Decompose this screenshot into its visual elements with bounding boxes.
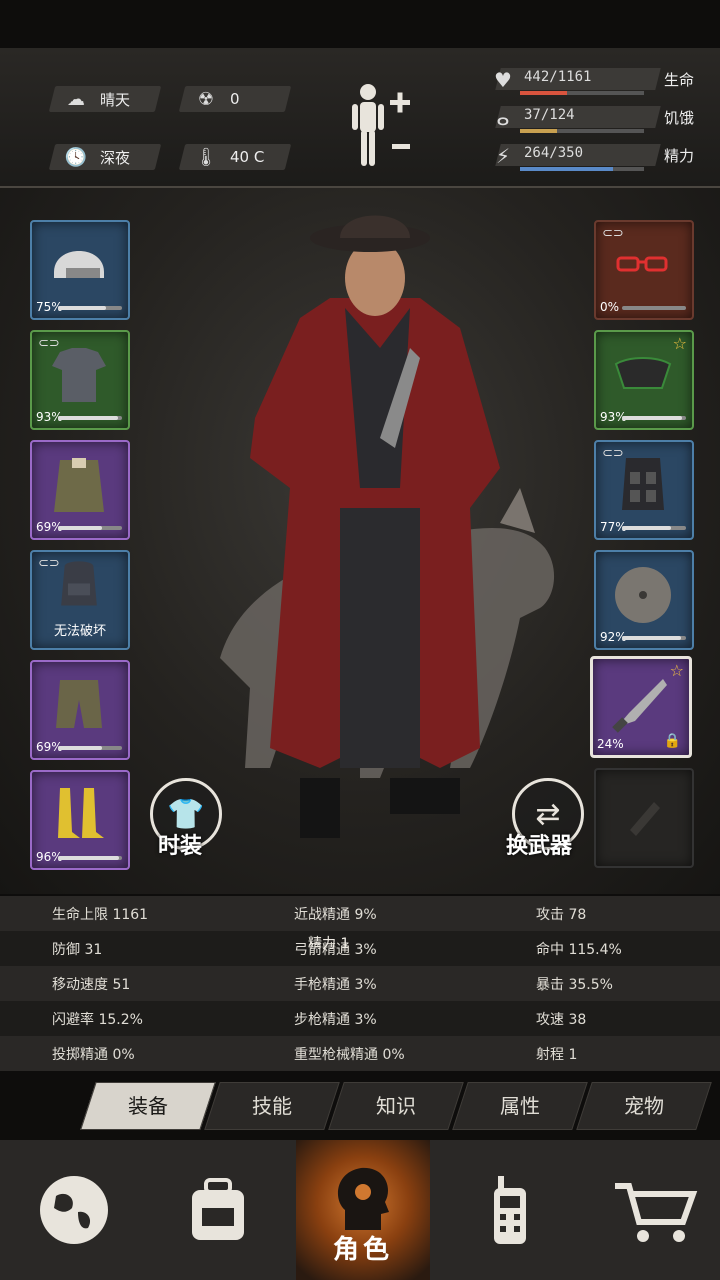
hunger-bar [520, 129, 558, 133]
glasses-slot[interactable]: ⊂⊃ 0% [594, 220, 694, 320]
empty-weapon-slot[interactable] [594, 768, 694, 868]
energy-label: 精力 [663, 147, 694, 165]
helmet-icon [54, 251, 104, 278]
energy-bar [520, 167, 613, 171]
machete-icon [612, 679, 667, 733]
temperature-pill: 🌡 40 C [178, 144, 292, 170]
bottom-navigation: 角色 [0, 1140, 720, 1280]
glasses-durability: 0% [600, 300, 620, 314]
vest-icon [622, 458, 664, 510]
mask-slot[interactable]: ☆ 93% [594, 330, 694, 430]
clock-icon: 🕓 [64, 146, 88, 168]
swap-weapon-label: 换武器 [506, 834, 573, 859]
backpack-icon [61, 561, 97, 606]
body-status-button[interactable] [346, 82, 418, 172]
tab-attributes[interactable]: 属性 [452, 1082, 588, 1130]
machete-durability: 24% [597, 737, 624, 751]
temperature-value: 40 C [230, 148, 265, 166]
shirt-icon [52, 348, 106, 402]
radiation-icon: ☢ [197, 88, 215, 110]
attribute-stats: 生命上限 1161 近战精通 9% 攻击 78 防御 31 弓箭精通 3% 命中… [0, 896, 720, 1072]
character-tabs: 装备 技能 知识 属性 宠物 [78, 1082, 718, 1130]
heart-icon: ♥ [494, 68, 512, 92]
thermometer-icon: 🌡 [194, 146, 218, 168]
shopping-cart-icon [615, 1183, 698, 1242]
bag-icon [192, 1178, 244, 1240]
shirt-slot[interactable]: ⊂⊃ 93% [30, 330, 130, 430]
lock-icon: 🔒 [663, 733, 681, 749]
character-scene: 75% ⊂⊃ 93% 69% ⊂⊃ 无法破坏 69% 96% ⊂⊃ 0% ☆ 9… [0, 188, 720, 894]
boots-icon [58, 788, 104, 838]
energy-popup-text: 精力 1 [308, 936, 350, 952]
nav-character[interactable]: 角色 [296, 1140, 430, 1280]
time-label: 深夜 [100, 148, 131, 167]
health-bar [520, 91, 568, 95]
tab-knowledge[interactable]: 知识 [328, 1082, 464, 1130]
hunger-label: 饥饿 [663, 109, 694, 127]
vest-slot[interactable]: ⊂⊃ 77% [594, 440, 694, 540]
bottle-placeholder-icon [630, 802, 660, 836]
jacket-icon [54, 458, 104, 512]
pants-icon [56, 680, 102, 728]
health-stat: ♥ 442/1161 生命 [484, 66, 700, 96]
backpack-slot[interactable]: ⊂⊃ 无法破坏 [30, 550, 130, 650]
stats-row: 防御 31 弓箭精通 3% 命中 115.4% 精力 1 [0, 931, 720, 966]
shield-slot[interactable]: 92% [594, 550, 694, 650]
hunger-value: 37/124 [524, 107, 575, 123]
stats-row: 投掷精通 0% 重型枪械精通 0% 射程 1 [0, 1036, 720, 1071]
nav-shop[interactable] [584, 1140, 720, 1280]
globe-icon [40, 1176, 108, 1244]
health-label: 生命 [663, 71, 694, 89]
tab-skills[interactable]: 技能 [204, 1082, 340, 1130]
glasses-icon [616, 256, 668, 272]
walkie-talkie-icon [494, 1176, 526, 1244]
status-bar: ☁ 晴天 ☢ 0 🕓 深夜 🌡 40 C ♥ 442/1161 生命 ⴰ 37/124 [0, 48, 720, 188]
weapon-slot-machete[interactable]: ☆ 24% 🔒 [590, 656, 692, 758]
head-silhouette-icon [337, 1167, 389, 1230]
character-nav-label: 角色 [332, 1235, 393, 1265]
jacket-slot[interactable]: 69% [30, 440, 130, 540]
stats-row: 闪避率 15.2% 步枪精通 3% 攻速 38 [0, 1001, 720, 1036]
body-silhouette-icon [352, 84, 410, 166]
energy-stat: ⚡ 264/350 精力 [484, 142, 700, 172]
nav-radio[interactable] [440, 1140, 580, 1280]
cloud-sun-icon: ☁ [67, 88, 85, 110]
nav-backpack[interactable] [148, 1140, 288, 1280]
shield-icon [615, 567, 671, 623]
backpack-status: 无法破坏 [53, 624, 106, 639]
radiation-value: 0 [230, 90, 240, 108]
radiation-pill: ☢ 0 [178, 86, 292, 112]
tshirt-icon: 👕 [167, 796, 205, 832]
mask-icon [614, 357, 672, 389]
swap-arrows-icon: ⇄ [535, 796, 561, 832]
tab-equipment[interactable]: 装备 [80, 1082, 216, 1130]
helmet-slot[interactable]: 75% [30, 220, 130, 320]
stats-row: 移动速度 51 手枪精通 3% 暴击 35.5% [0, 966, 720, 1001]
weather-label: 晴天 [100, 90, 131, 109]
pants-slot[interactable]: 69% [30, 660, 130, 760]
stats-row: 生命上限 1161 近战精通 9% 攻击 78 [0, 896, 720, 931]
nav-world-map[interactable] [4, 1140, 144, 1280]
hunger-stat: ⴰ 37/124 饥饿 [484, 104, 700, 134]
time-pill: 🕓 深夜 [48, 144, 162, 170]
energy-value: 264/350 [524, 145, 584, 161]
boots-slot[interactable]: 96% [30, 770, 130, 870]
health-value: 442/1161 [524, 69, 592, 85]
weather-pill: ☁ 晴天 [48, 86, 162, 112]
stomach-icon: ⴰ [496, 106, 510, 130]
energy-icon: ⚡ [495, 144, 511, 168]
fashion-label: 时装 [158, 834, 203, 859]
tab-pets[interactable]: 宠物 [576, 1082, 712, 1130]
